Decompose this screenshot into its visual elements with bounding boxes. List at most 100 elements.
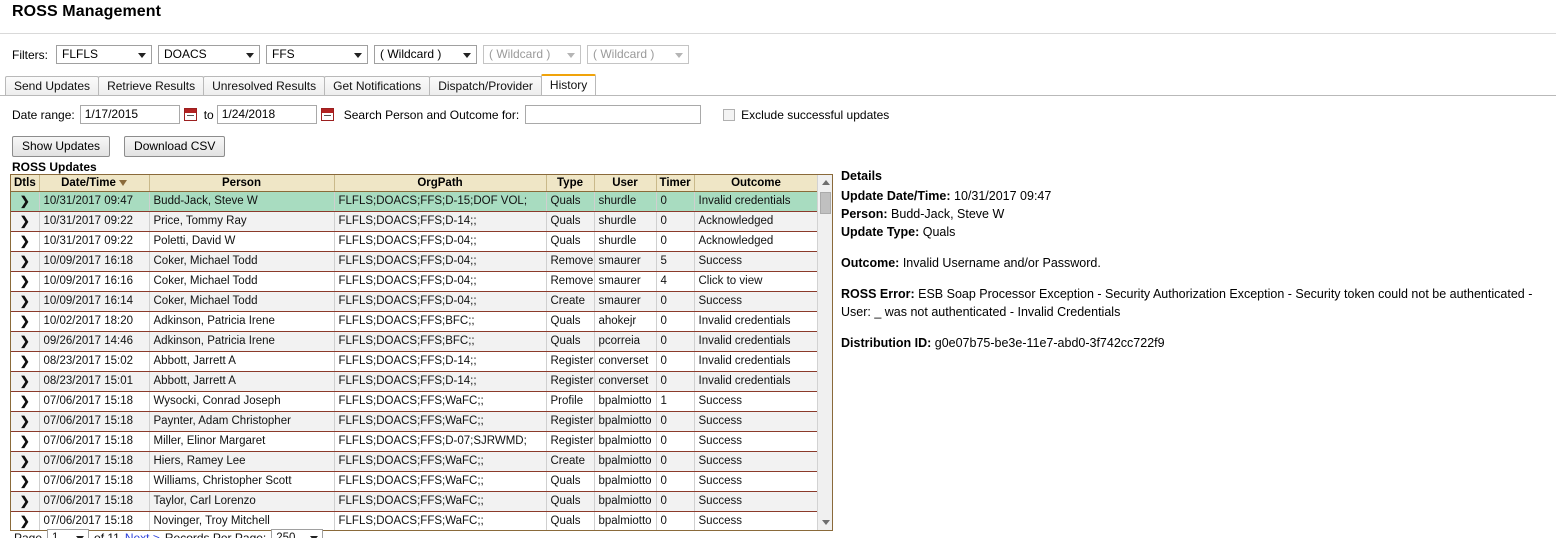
scroll-down-icon[interactable] xyxy=(818,515,832,530)
filter-select-4[interactable]: ( Wildcard ) xyxy=(374,45,477,64)
cell-timer: 5 xyxy=(656,251,695,272)
scroll-up-icon[interactable] xyxy=(818,175,832,190)
cell-datetime: 10/09/2017 16:16 xyxy=(39,271,150,292)
row-expand-icon[interactable]: ❯ xyxy=(11,411,40,432)
column-header-timer[interactable]: Timer xyxy=(656,175,695,192)
cell-orgpath: FLFLS;DOACS;FFS;D-07;SJRWMD; xyxy=(334,431,547,452)
cell-type: Quals xyxy=(546,211,595,232)
cell-datetime: 08/23/2017 15:01 xyxy=(39,371,150,392)
filter-select-3[interactable]: FFS xyxy=(266,45,368,64)
details-spacer xyxy=(841,272,1553,285)
cell-user: converset xyxy=(594,351,657,372)
cell-datetime: 07/06/2017 15:18 xyxy=(39,431,150,452)
cell-type: Quals xyxy=(546,491,595,512)
column-header-type[interactable]: Type xyxy=(546,175,595,192)
cell-outcome: Invalid credentials xyxy=(694,351,819,372)
date-range-label: Date range: xyxy=(12,107,75,122)
tab-get-notifications[interactable]: Get Notifications xyxy=(324,76,431,95)
table-row[interactable]: ❯ 10/31/2017 09:22 Poletti, David W FLFLS;D… xyxy=(11,231,819,252)
table-row[interactable]: ❯ 08/23/2017 15:01 Abbott, Jarrett A FLFLS;… xyxy=(11,371,819,392)
download-csv-button[interactable]: Download CSV xyxy=(124,136,226,157)
exclude-successful-checkbox[interactable] xyxy=(723,108,736,121)
filter-select-2[interactable]: DOACS xyxy=(158,45,260,64)
row-expand-icon[interactable]: ❯ xyxy=(11,191,40,212)
row-expand-icon[interactable]: ❯ xyxy=(11,311,40,332)
cell-timer: 4 xyxy=(656,271,695,292)
calendar-icon[interactable] xyxy=(320,108,334,121)
cell-type: Register xyxy=(546,371,595,392)
column-header-datetime[interactable]: Date/Time xyxy=(39,175,150,192)
table-row[interactable]: ❯ 07/06/2017 15:18 Novinger, Troy Mitchell… xyxy=(11,511,819,530)
show-updates-button[interactable]: Show Updates xyxy=(12,136,111,157)
date-from-input[interactable]: 1/17/2015 xyxy=(79,105,180,124)
table-row[interactable]: ❯ 10/09/2017 16:14 Coker, Michael Todd FLFL… xyxy=(11,291,819,312)
row-expand-icon[interactable]: ❯ xyxy=(11,451,40,472)
cell-person: Abbott, Jarrett A xyxy=(149,371,335,392)
table-row[interactable]: ❯ 08/23/2017 15:02 Abbott, Jarrett A FLFLS;… xyxy=(11,351,819,372)
row-expand-icon[interactable]: ❯ xyxy=(11,431,40,452)
row-expand-icon[interactable]: ❯ xyxy=(11,471,40,492)
tab-unresolved-results[interactable]: Unresolved Results xyxy=(203,76,326,95)
table-row[interactable]: ❯ 09/26/2017 14:46 Adkinson, Patricia Iren… xyxy=(11,331,819,352)
page-number-select[interactable]: 1 xyxy=(47,529,90,538)
cell-person: Paynter, Adam Christopher xyxy=(149,411,335,432)
cell-timer: 1 xyxy=(656,391,695,412)
row-expand-icon[interactable]: ❯ xyxy=(11,271,40,292)
details-outcome-value: Invalid Username and/or Password. xyxy=(902,256,1101,270)
cell-type: Register xyxy=(546,431,595,452)
next-page-link[interactable]: Next > xyxy=(125,531,160,538)
table-row[interactable]: ❯ 07/06/2017 15:18 Miller, Elinor Margaret… xyxy=(11,431,819,452)
details-update-datetime-value: 10/31/2017 09:47 xyxy=(954,189,1052,203)
column-header-outcome[interactable]: Outcome xyxy=(694,175,819,192)
date-to-input[interactable]: 1/24/2018 xyxy=(216,105,317,124)
filter-select-1[interactable]: FLFLS xyxy=(56,45,152,64)
cell-timer: 0 xyxy=(656,451,695,472)
cell-datetime: 10/09/2017 16:14 xyxy=(39,291,150,312)
table-row[interactable]: ❯ 10/09/2017 16:16 Coker, Michael Todd FLFL… xyxy=(11,271,819,292)
tab-send-updates[interactable]: Send Updates xyxy=(5,76,100,95)
table-row[interactable]: ❯ 07/06/2017 15:18 Taylor, Carl Lorenzo FLF… xyxy=(11,491,819,512)
row-expand-icon[interactable]: ❯ xyxy=(11,291,40,312)
table-row[interactable]: ❯ 10/31/2017 09:22 Price, Tommy Ray FLFLS;D… xyxy=(11,211,819,232)
pagination-bar: Page 1 of 11 Next > Records Per Page: 25… xyxy=(14,529,324,538)
cell-person: Novinger, Troy Mitchell xyxy=(149,511,335,530)
calendar-icon[interactable] xyxy=(183,108,197,121)
tab-history[interactable]: History xyxy=(540,74,597,95)
cell-user: ahokejr xyxy=(594,311,657,332)
row-expand-icon[interactable]: ❯ xyxy=(11,211,40,232)
search-input[interactable] xyxy=(525,105,702,124)
page-label: Page xyxy=(14,530,43,538)
row-expand-icon[interactable]: ❯ xyxy=(11,511,40,530)
cell-person: Price, Tommy Ray xyxy=(149,211,335,232)
row-expand-icon[interactable]: ❯ xyxy=(11,491,40,512)
table-row[interactable]: ❯ 07/06/2017 15:18 Wysocki, Conrad Joseph F… xyxy=(11,391,819,412)
row-expand-icon[interactable]: ❯ xyxy=(11,351,40,372)
tab-dispatch-provider[interactable]: Dispatch/Provider xyxy=(429,76,542,95)
tab-retrieve-results[interactable]: Retrieve Results xyxy=(98,76,205,95)
table-row[interactable]: ❯ 07/06/2017 15:18 Williams, Christopher S… xyxy=(11,471,819,492)
table-row[interactable]: ❯ 07/06/2017 15:18 Hiers, Ramey Lee FLFLS;D… xyxy=(11,451,819,472)
table-vertical-scrollbar[interactable] xyxy=(817,175,832,530)
column-header-dtls[interactable]: Dtls xyxy=(11,175,40,192)
cell-timer: 0 xyxy=(656,431,695,452)
cell-orgpath: FLFLS;DOACS;FFS;WaFC;; xyxy=(334,411,547,432)
records-per-page-select[interactable]: 250 xyxy=(271,529,324,538)
row-expand-icon[interactable]: ❯ xyxy=(11,331,40,352)
row-expand-icon[interactable]: ❯ xyxy=(11,251,40,272)
table-row[interactable]: ❯ 10/09/2017 16:18 Coker, Michael Todd FLFL… xyxy=(11,251,819,272)
table-row[interactable]: ❯ 07/06/2017 15:18 Paynter, Adam Christoph… xyxy=(11,411,819,432)
cell-orgpath: FLFLS;DOACS;FFS;D-04;; xyxy=(334,231,547,252)
column-header-person[interactable]: Person xyxy=(149,175,335,192)
row-expand-icon[interactable]: ❯ xyxy=(11,391,40,412)
details-update-type-label: Update Type: xyxy=(841,225,920,239)
row-expand-icon[interactable]: ❯ xyxy=(11,231,40,252)
column-header-orgpath[interactable]: OrgPath xyxy=(334,175,547,192)
table-row[interactable]: ❯ 10/02/2017 18:20 Adkinson, Patricia Iren… xyxy=(11,311,819,332)
column-header-user[interactable]: User xyxy=(594,175,657,192)
scrollbar-thumb[interactable] xyxy=(820,192,831,214)
cell-outcome: Success xyxy=(694,251,819,272)
row-expand-icon[interactable]: ❯ xyxy=(11,371,40,392)
table-row[interactable]: ❯ 10/31/2017 09:47 Budd-Jack, Steve W FLFLS… xyxy=(11,191,819,212)
cell-person: Coker, Michael Todd xyxy=(149,271,335,292)
cell-datetime: 10/09/2017 16:18 xyxy=(39,251,150,272)
